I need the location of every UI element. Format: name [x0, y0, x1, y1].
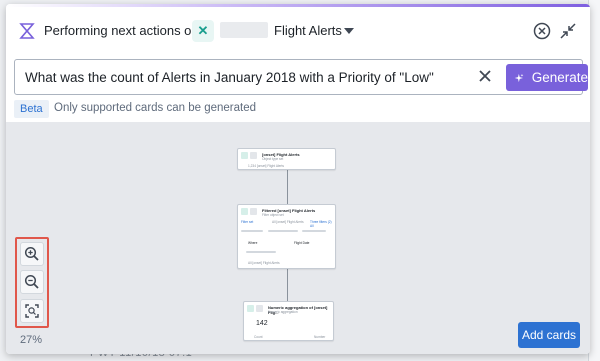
node-type-icon [250, 152, 257, 159]
node-footer-left: Count [254, 335, 263, 339]
node-row [302, 230, 326, 232]
node-subtitle: Object type set [262, 157, 284, 161]
minimize-icon[interactable] [559, 22, 577, 40]
node-type-icon [256, 305, 263, 312]
zoom-out-icon [24, 274, 39, 289]
graph-canvas[interactable]: [onset] Flight Alerts Object type set 1,… [6, 122, 590, 354]
zoom-out-button[interactable] [20, 270, 44, 294]
node-type-icon [241, 208, 248, 215]
node-row [246, 251, 276, 253]
node-subtitle: Numeric aggregation [268, 310, 298, 314]
node-link: All [onset] Flight Alerts [272, 220, 304, 224]
chevron-down-icon[interactable] [344, 28, 354, 34]
node-subtitle: Filter object set [262, 213, 284, 217]
prompt-input-value[interactable]: What was the count of Alerts in January … [25, 70, 434, 85]
generate-button-label: Generate [531, 70, 588, 85]
graph-node-object-set[interactable]: [onset] Flight Alerts Object type set 1,… [237, 148, 336, 170]
node-row [268, 230, 298, 232]
close-circle-icon[interactable] [533, 22, 551, 40]
graph-edge [287, 170, 288, 204]
flight-alerts-object-icon: ✕ [192, 20, 214, 42]
clear-icon[interactable] [478, 69, 492, 83]
fit-to-screen-button[interactable] [20, 299, 44, 323]
target-selector-label[interactable]: Flight Alerts [274, 23, 342, 38]
zoom-in-button[interactable] [20, 242, 44, 266]
node-field: Flight Date [294, 241, 310, 245]
dialog-title: Performing next actions on: [44, 23, 203, 38]
fit-to-screen-icon [25, 304, 39, 318]
beta-note: Only supported cards can be generated [54, 102, 257, 114]
node-tab: Filter set [241, 220, 254, 224]
graph-edge [287, 269, 288, 301]
next-actions-dialog: Performing next actions on: ✕ Flight Ale… [6, 4, 590, 354]
node-type-icon [241, 152, 248, 159]
add-cards-button[interactable]: Add cards [518, 322, 580, 348]
node-footer: All [onset] Flight Alerts [248, 261, 280, 265]
graph-node-aggregation[interactable]: Numeric aggregation of [onset] Flig... N… [243, 301, 334, 341]
node-link-secondary: Three filters (2) All [310, 220, 332, 228]
node-footer: 1,234 [onset] Flight Alerts [248, 164, 284, 168]
prompt-input[interactable]: What was the count of Alerts in January … [14, 59, 588, 95]
graph-node-filter[interactable]: Filtered [onset] Flight Alerts Filter ob… [237, 204, 336, 269]
generate-button[interactable]: Generate [506, 64, 588, 91]
zoom-in-icon [24, 246, 39, 261]
beta-tag: Beta [14, 100, 49, 118]
node-type-icon [247, 305, 254, 312]
node-where-label: Where [248, 241, 258, 245]
node-row [241, 230, 263, 232]
node-footer-right: Number [314, 335, 326, 339]
dialog-header: Performing next actions on: ✕ Flight Ale… [6, 7, 590, 53]
zoom-controls [15, 237, 49, 328]
zoom-level: 27% [20, 334, 43, 346]
app-logo-icon [19, 23, 35, 39]
node-type-icon [250, 208, 257, 215]
aggregation-value: 142 [256, 320, 268, 327]
sparkle-icon [514, 73, 524, 82]
redacted-text [220, 22, 268, 38]
